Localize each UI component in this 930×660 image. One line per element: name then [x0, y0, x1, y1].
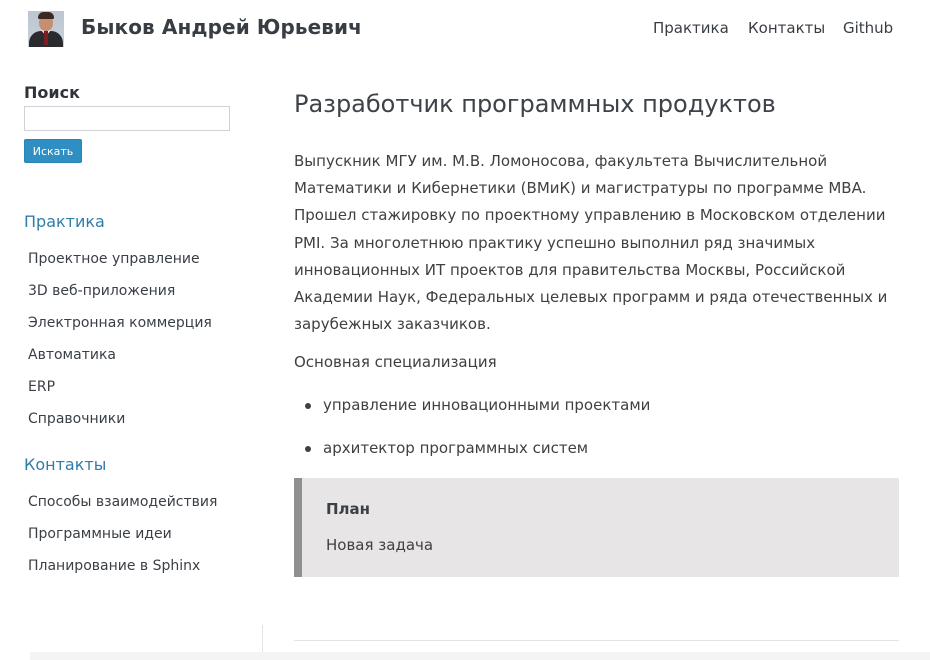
nav-link-github[interactable]: Github — [843, 19, 893, 37]
sidebar-item-automation[interactable]: Автоматика — [28, 347, 116, 363]
sidebar-item-interaction-methods[interactable]: Способы взаимодействия — [28, 494, 217, 510]
top-header: Быков Андрей Юрьевич Практика Контакты G… — [0, 0, 930, 60]
sidebar-item-ecommerce[interactable]: Электронная коммерция — [28, 315, 212, 331]
search-input[interactable] — [24, 106, 230, 131]
page-title: Разработчик программных продуктов — [294, 90, 776, 118]
sidebar-item-sphinx-planning[interactable]: Планирование в Sphinx — [28, 558, 200, 574]
bottom-shadow — [30, 652, 930, 660]
sidebar-item-project-management[interactable]: Проектное управление — [28, 251, 200, 267]
specialization-label: Основная специализация — [294, 353, 497, 371]
intro-paragraph: Выпускник МГУ им. М.В. Ломоносова, факул… — [294, 152, 888, 334]
sidebar-item-software-ideas[interactable]: Программные идеи — [28, 526, 172, 542]
footer-divider — [294, 640, 899, 641]
list-item: управление инновационными проектами — [323, 396, 651, 414]
sidebar-caption-contacts[interactable]: Контакты — [24, 455, 106, 474]
sidebar-item-3d-web-apps[interactable]: 3D веб-приложения — [28, 283, 175, 299]
search-button[interactable]: Искать — [24, 139, 82, 163]
sidebar-item-erp[interactable]: ERP — [28, 379, 55, 395]
sidebar-item-references[interactable]: Справочники — [28, 411, 125, 427]
bullet-icon — [305, 403, 311, 409]
bullet-icon — [305, 446, 311, 452]
nav-link-practice[interactable]: Практика — [653, 19, 729, 37]
admonition-text: Новая задача — [326, 536, 434, 554]
admonition-box: План Новая задача — [294, 478, 899, 577]
list-item: архитектор программных систем — [323, 439, 589, 457]
admonition-title: План — [326, 500, 371, 518]
person-portrait-icon[interactable] — [28, 11, 64, 47]
site-title[interactable]: Быков Андрей Юрьевич — [81, 15, 362, 39]
search-heading: Поиск — [24, 83, 80, 102]
sidebar-caption-practice[interactable]: Практика — [24, 212, 105, 231]
nav-link-contacts[interactable]: Контакты — [748, 19, 825, 37]
